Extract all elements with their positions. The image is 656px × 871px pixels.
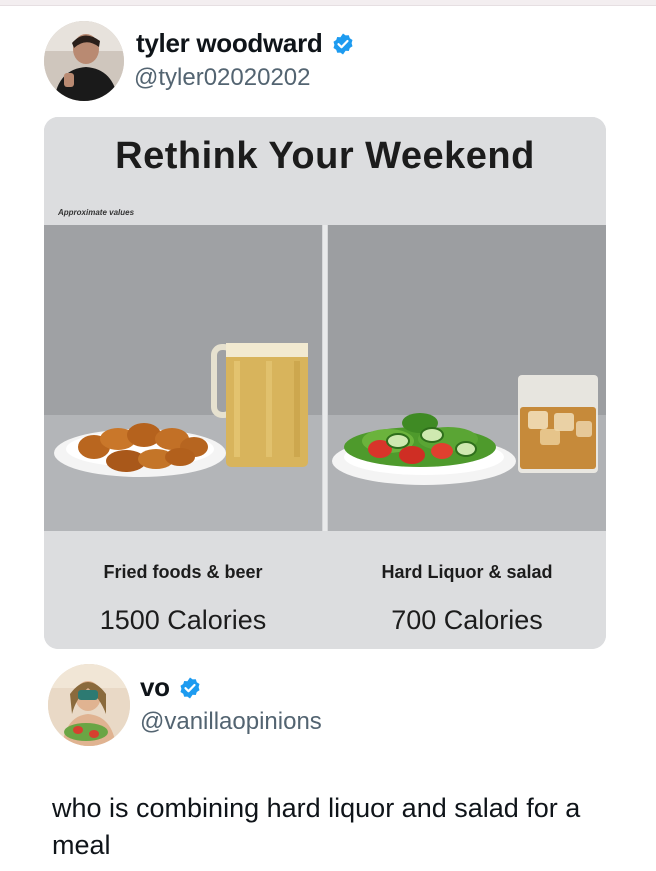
verified-badge-icon — [333, 33, 352, 54]
salad-liquor-illustration — [328, 225, 606, 531]
display-name-text: vo — [140, 672, 170, 702]
display-name[interactable]: tyler woodward — [136, 28, 355, 59]
user-handle[interactable]: @vanillaopinions — [140, 708, 322, 736]
display-name[interactable]: vo — [140, 672, 202, 703]
verified-badge-icon — [180, 677, 200, 698]
salad-liquor-photo — [328, 225, 606, 531]
approximate-values-note: Approximate values — [58, 208, 135, 217]
right-caption: Hard Liquor & salad — [381, 562, 553, 582]
avatar[interactable] — [48, 664, 130, 746]
avatar-photo-icon — [48, 664, 130, 746]
user-handle[interactable]: @tyler02020202 — [134, 64, 310, 92]
fried-foods-beer-photo — [44, 225, 322, 531]
left-calories: 1500 Calories — [99, 605, 267, 635]
top-edge-strip — [0, 0, 656, 6]
avatar[interactable] — [44, 21, 124, 101]
left-caption: Fried foods & beer — [103, 562, 263, 582]
avatar-photo-icon — [44, 21, 124, 101]
display-name-text: tyler woodward — [136, 28, 323, 58]
right-calories: 700 Calories — [391, 605, 543, 635]
image-title: Rethink Your Weekend — [115, 135, 535, 177]
fried-food-beer-illustration — [44, 225, 322, 531]
tweet-text: who is combining hard liquor and salad f… — [52, 793, 581, 860]
tweet-image[interactable]: Rethink Your Weekend Approximate values — [44, 117, 606, 649]
